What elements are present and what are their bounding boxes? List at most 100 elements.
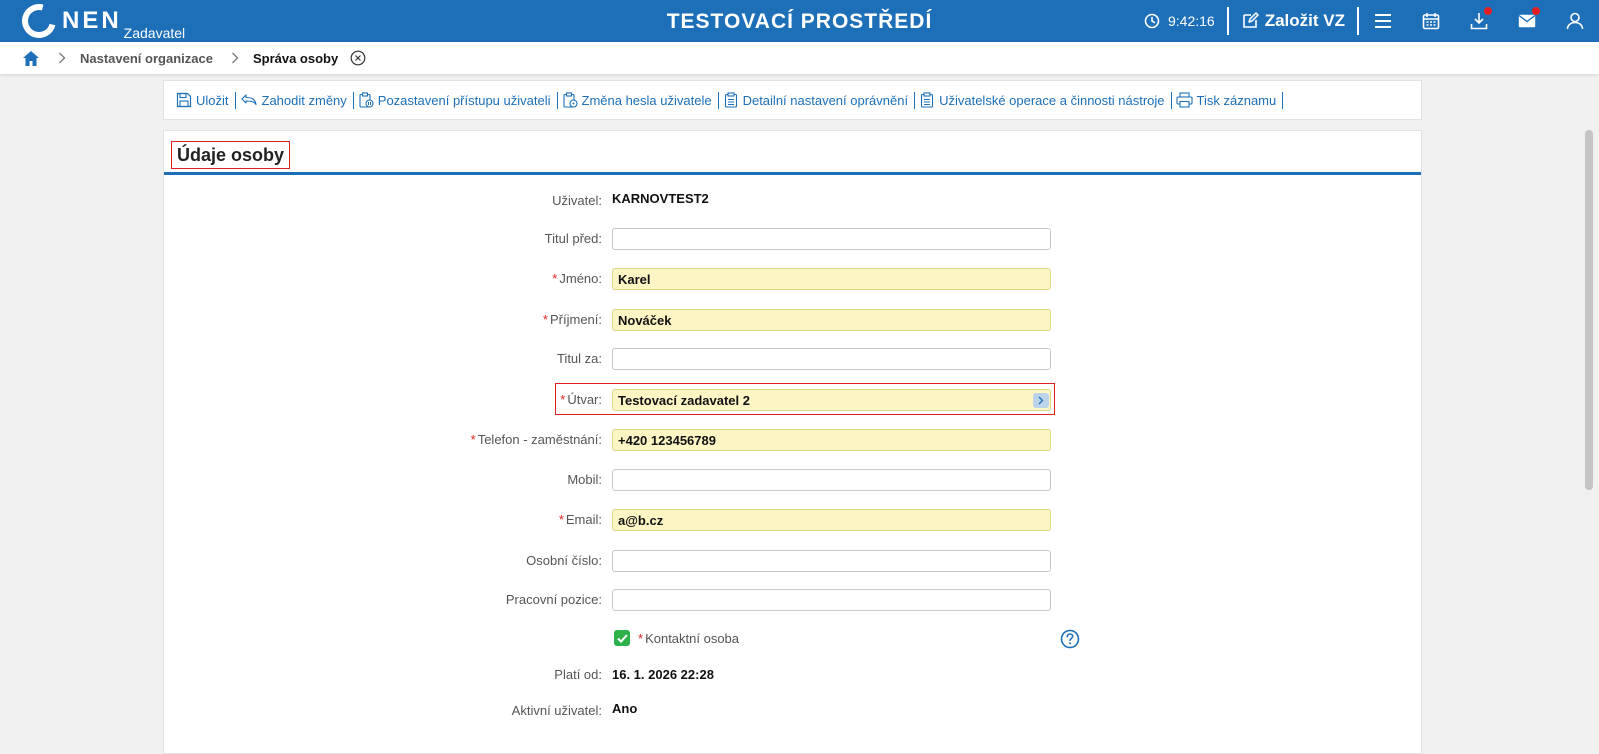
breadcrumb-current: Správa osoby: [252, 50, 339, 66]
unit-picker-button[interactable]: [1033, 393, 1049, 408]
session-clock: 9:42:16: [1144, 13, 1227, 29]
form-row-unit: * Útvar:: [164, 383, 1423, 415]
phone-input[interactable]: [612, 429, 1051, 451]
undo-icon: [240, 94, 257, 106]
menu-button[interactable]: [1359, 0, 1407, 42]
nen-logo[interactable]: NEN Zadavatel: [15, 0, 185, 45]
save-icon: [176, 92, 192, 108]
title-after-label: Titul za:: [556, 351, 602, 366]
required-mark: *: [638, 631, 644, 646]
panel-header: Údaje osoby: [164, 131, 1421, 175]
save-button[interactable]: Uložit: [172, 92, 235, 108]
notification-dot: [1484, 7, 1492, 15]
personal-number-label: Osobní číslo:: [526, 553, 602, 568]
contact-person-label: * Kontaktní osoba: [638, 628, 739, 650]
form-row-valid-from: Platí od: 16. 1. 2026 22:28: [164, 664, 1423, 686]
permissions-settings-button[interactable]: Detailní nastavení oprávnění: [719, 92, 915, 108]
form-row-last-name: * Příjmení:: [164, 309, 1423, 331]
chevron-right-icon: [1038, 396, 1044, 405]
mobile-label: Mobil:: [567, 472, 602, 487]
position-label: Pracovní pozice:: [505, 592, 602, 607]
form-row-title-after: Titul za:: [164, 348, 1423, 370]
save-label: Uložit: [196, 92, 229, 108]
suspend-access-label: Pozastavení přístupu uživateli: [377, 92, 551, 108]
position-input[interactable]: [612, 589, 1051, 611]
permissions-settings-label: Detailní nastavení oprávnění: [742, 92, 909, 108]
print-record-label: Tisk záznamu: [1196, 92, 1277, 108]
active-user-label: Aktivní uživatel:: [511, 703, 602, 718]
printer-icon: [1175, 92, 1193, 108]
form-row-personal-number: Osobní číslo:: [164, 550, 1423, 572]
calendar-button[interactable]: [1407, 0, 1455, 42]
suspend-access-button[interactable]: Pozastavení přístupu uživateli: [354, 92, 557, 108]
title-after-input[interactable]: [612, 348, 1051, 370]
form-row-active-user: Aktivní uživatel: Ano: [164, 700, 1423, 722]
top-bar: NEN Zadavatel TESTOVACÍ PROSTŘEDÍ 9:42:1…: [0, 0, 1599, 45]
toolbar-divider: [1282, 91, 1284, 109]
panel-title: Údaje osoby: [171, 141, 291, 169]
last-name-label-text: Příjmení:: [549, 312, 602, 327]
home-button[interactable]: [22, 50, 40, 67]
first-name-label: * Jméno:: [552, 268, 602, 290]
create-tender-button[interactable]: Založit VZ: [1229, 11, 1357, 31]
first-name-input[interactable]: [612, 268, 1051, 290]
user-operations-button[interactable]: Uživatelské operace a činnosti nástroje: [915, 92, 1170, 108]
home-icon: [23, 50, 39, 66]
title-before-input[interactable]: [612, 228, 1051, 250]
form-row-position: Pracovní pozice:: [164, 589, 1423, 611]
user-icon: [1566, 12, 1584, 30]
user-value: KARNOVTEST2: [612, 191, 709, 206]
top-right-actions: 9:42:16 Založit VZ: [1144, 0, 1599, 42]
page-scrollbar[interactable]: [1585, 130, 1593, 490]
valid-from-value: 16. 1. 2026 22:28: [612, 667, 714, 682]
clipboard-list-icon: [921, 92, 934, 108]
close-tab-button[interactable]: [350, 50, 366, 66]
mobile-input[interactable]: [612, 469, 1051, 491]
person-details-panel: Údaje osoby Uživatel: KARNOVTEST2 Titul …: [163, 130, 1422, 754]
print-record-button[interactable]: Tisk záznamu: [1172, 92, 1283, 108]
mail-icon: [1518, 14, 1536, 28]
download-icon: [1470, 13, 1488, 30]
required-mark: *: [560, 392, 566, 407]
chevron-right-icon: [231, 52, 239, 64]
last-name-label: * Příjmení:: [543, 309, 602, 331]
unit-input[interactable]: [612, 389, 1051, 411]
discard-changes-button[interactable]: Zahodit změny: [236, 93, 353, 108]
action-toolbar: Uložit Zahodit změny Pozastavení přístup…: [163, 80, 1422, 120]
checkmark-icon: [616, 633, 628, 643]
clipboard-list-icon: [724, 92, 737, 108]
edit-icon: [1242, 12, 1259, 28]
breadcrumb-item-organization-settings[interactable]: Nastavení organizace: [80, 51, 213, 66]
unit-label: * Útvar:: [560, 389, 602, 411]
discard-changes-label: Zahodit změny: [261, 92, 347, 108]
change-password-button[interactable]: Změna hesla uživatele: [558, 92, 718, 108]
email-label: * Email:: [559, 509, 602, 531]
downloads-button[interactable]: [1455, 0, 1503, 42]
help-button[interactable]: [1060, 629, 1080, 649]
create-tender-label: Založit VZ: [1264, 11, 1345, 30]
last-name-input[interactable]: [612, 309, 1051, 331]
logo-ring-icon: [15, 0, 63, 45]
messages-button[interactable]: [1503, 0, 1551, 42]
email-input[interactable]: [612, 509, 1051, 531]
phone-label: * Telefon - zaměstnání:: [471, 429, 602, 451]
user-label: Uživatel:: [552, 193, 602, 208]
user-profile-button[interactable]: [1551, 0, 1599, 42]
required-mark: *: [558, 512, 564, 527]
form-row-email: * Email:: [164, 509, 1423, 531]
calendar-icon: [1422, 13, 1440, 30]
unit-label-text: Útvar:: [567, 392, 602, 407]
clock-time: 9:42:16: [1168, 13, 1215, 29]
clipboard-pause-icon: [359, 92, 374, 108]
first-name-label-text: Jméno:: [559, 271, 602, 286]
form-row-contact-person: * Kontaktní osoba: [164, 628, 1423, 650]
contact-person-label-text: Kontaktní osoba: [645, 631, 740, 646]
environment-title-text: TESTOVACÍ PROSTŘEDÍ: [666, 10, 933, 33]
form-row-phone: * Telefon - zaměstnání:: [164, 429, 1423, 451]
active-user-value: Ano: [612, 701, 638, 716]
notification-dot: [1532, 7, 1540, 15]
personal-number-input[interactable]: [612, 550, 1051, 572]
breadcrumb: Nastavení organizace Správa osoby: [0, 42, 1599, 74]
contact-person-checkbox[interactable]: [614, 630, 630, 646]
form-row-title-before: Titul před:: [164, 228, 1423, 250]
